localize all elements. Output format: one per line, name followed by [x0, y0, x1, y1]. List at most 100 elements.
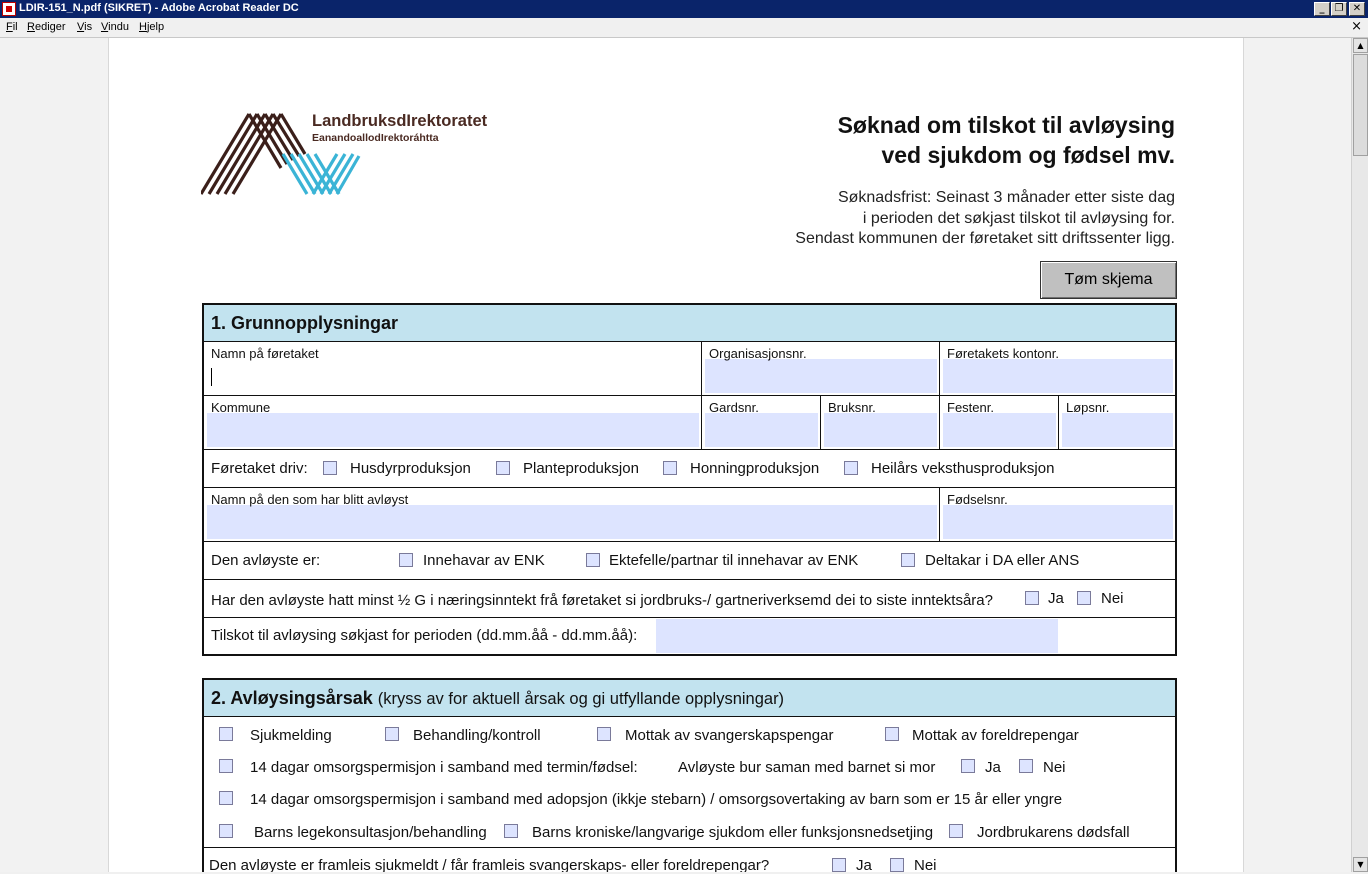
scroll-thumb[interactable]	[1353, 54, 1368, 156]
gardsnr-input[interactable]	[705, 413, 818, 447]
continued-yes-label: Ja	[856, 857, 872, 872]
enk-owner-checkbox[interactable]	[399, 553, 413, 567]
section2-title: 2. Avløysingsårsak	[211, 688, 373, 708]
treatment-checkbox[interactable]	[385, 727, 399, 741]
income-no-checkbox[interactable]	[1077, 591, 1091, 605]
close-document-icon[interactable]: ×	[1351, 19, 1362, 34]
honning-checkbox[interactable]	[663, 461, 677, 475]
continued-question: Den avløyste er framleis sjukmeldt / får…	[209, 857, 770, 872]
continued-no-label: Nei	[914, 857, 937, 872]
menu-bar: Fil Rediger Vis Vindu Hjelp ×	[0, 18, 1368, 38]
section1-heading: 1. Grunnopplysningar	[204, 305, 1175, 342]
municipality-input[interactable]	[207, 413, 699, 447]
gardsnr-cell: Gardsnr.	[702, 396, 821, 449]
continued-yes-checkbox[interactable]	[832, 858, 846, 872]
child-chronic-label: Barns kroniske/langvarige sjukdom eller …	[532, 824, 934, 841]
section-grunnopplysningar: 1. Grunnopplysningar Namn på føretaket O…	[202, 303, 1177, 656]
drives-row: Føretaket driv: Husdyrproduksjon Plantep…	[204, 450, 1175, 488]
account-cell: Føretakets kontonr.	[940, 342, 1175, 395]
form-title-line2: ved sjukdom og fødsel mv.	[881, 142, 1175, 168]
section2-divider	[204, 847, 1175, 848]
municipality-label: Kommune	[211, 400, 271, 415]
parental-pay-checkbox[interactable]	[885, 727, 899, 741]
text-cursor	[211, 368, 212, 386]
sick-leave-label: Sjukmelding	[250, 727, 332, 744]
lives-with-mother-question: Avløyste bur saman med barnet si mor	[678, 759, 936, 776]
bruksnr-input[interactable]	[824, 413, 937, 447]
birth-leave-label: 14 dagar omsorgspermisjon i samband med …	[250, 759, 638, 776]
sick-leave-checkbox[interactable]	[219, 727, 233, 741]
birth-leave-checkbox[interactable]	[219, 759, 233, 773]
lives-with-mother-yes-checkbox[interactable]	[961, 759, 975, 773]
logo-name: LandbruksdIrektoratet	[312, 112, 488, 130]
company-name-input[interactable]	[207, 363, 699, 393]
window-titlebar: LDIR-151_N.pdf (SIKRET) - Adobe Acrobat …	[0, 0, 1368, 18]
section2-heading: 2. Avløysingsårsak (kryss av for aktuell…	[204, 680, 1175, 717]
reset-form-button[interactable]: Tøm skjema	[1040, 261, 1177, 299]
property-row: Kommune Gardsnr. Bruksnr. Festenr. Løpsn…	[204, 396, 1175, 450]
spouse-label: Ektefelle/partnar til innehavar av ENK	[609, 552, 859, 569]
child-consultation-checkbox[interactable]	[219, 824, 233, 838]
scroll-down-icon[interactable]: ▼	[1353, 857, 1368, 872]
income-yes-checkbox[interactable]	[1025, 591, 1039, 605]
minimize-button[interactable]: _	[1314, 2, 1330, 16]
spouse-checkbox[interactable]	[586, 553, 600, 567]
section1-title: 1. Grunnopplysningar	[211, 313, 399, 333]
deadline-text: Søknadsfrist: Seinast 3 månader etter si…	[795, 188, 1175, 250]
income-no-label: Nei	[1101, 590, 1124, 607]
period-input[interactable]	[656, 619, 1058, 653]
lives-with-mother-yes-label: Ja	[985, 759, 1001, 776]
lopsnr-label: Løpsnr.	[1066, 400, 1110, 415]
form-title-line1: Søknad om tilskot til avløysing	[837, 112, 1175, 138]
drives-label: Føretaket driv:	[211, 460, 308, 477]
child-chronic-checkbox[interactable]	[504, 824, 518, 838]
continued-no-checkbox[interactable]	[890, 858, 904, 872]
adoption-leave-checkbox[interactable]	[219, 791, 233, 805]
restore-button[interactable]: ❐	[1331, 2, 1347, 16]
income-question: Har den avløyste hatt minst ½ G i næring…	[211, 592, 993, 609]
da-ans-label: Deltakar i DA eller ANS	[925, 552, 1080, 569]
municipality-cell: Kommune	[204, 396, 702, 449]
menu-vindu[interactable]: Vindu	[101, 21, 129, 33]
husdyr-checkbox[interactable]	[323, 461, 337, 475]
logo-subtitle: EanandoallodIrektoráhtta	[312, 132, 439, 144]
lives-with-mother-no-label: Nei	[1043, 759, 1066, 776]
bruksnr-cell: Bruksnr.	[821, 396, 940, 449]
plante-checkbox[interactable]	[496, 461, 510, 475]
honning-label: Honningproduksjon	[690, 460, 820, 477]
relieved-name-cell: Namn på den som har blitt avløyst	[204, 488, 940, 541]
farmer-death-label: Jordbrukarens dødsfall	[977, 824, 1130, 841]
menu-rediger[interactable]: Rediger	[27, 21, 66, 33]
period-row: Tilskot til avløysing søkjast for period…	[204, 618, 1175, 654]
lopsnr-input[interactable]	[1062, 413, 1173, 447]
festenr-label: Festenr.	[947, 400, 994, 415]
child-consultation-label: Barns legekonsultasjon/behandling	[254, 824, 487, 841]
window-title: LDIR-151_N.pdf (SIKRET) - Adobe Acrobat …	[19, 2, 299, 14]
scroll-up-icon[interactable]: ▲	[1353, 38, 1368, 53]
festenr-input[interactable]	[943, 413, 1056, 447]
close-window-button[interactable]: ✕	[1349, 2, 1365, 16]
parental-pay-label: Mottak av foreldrepengar	[912, 727, 1079, 744]
menu-hjelp[interactable]: Hjelp	[139, 21, 164, 33]
veksthus-label: Heilårs veksthusproduksjon	[871, 460, 1055, 477]
deadline-line1: Søknadsfrist: Seinast 3 månader etter si…	[837, 189, 1175, 206]
gardsnr-label: Gardsnr.	[709, 400, 759, 415]
org-number-input[interactable]	[705, 359, 937, 393]
relieved-name-input[interactable]	[207, 505, 937, 539]
org-number-cell: Organisasjonsnr.	[702, 342, 940, 395]
pregnancy-pay-checkbox[interactable]	[597, 727, 611, 741]
da-ans-checkbox[interactable]	[901, 553, 915, 567]
enk-owner-label: Innehavar av ENK	[423, 552, 545, 569]
menu-fil[interactable]: Fil	[6, 21, 18, 33]
lives-with-mother-no-checkbox[interactable]	[1019, 759, 1033, 773]
farmer-death-checkbox[interactable]	[949, 824, 963, 838]
vertical-scrollbar[interactable]: ▲ ▼	[1351, 38, 1368, 872]
birth-number-input[interactable]	[943, 505, 1173, 539]
account-number-input[interactable]	[943, 359, 1173, 393]
document-viewport: LandbruksdIrektoratet EanandoallodIrekto…	[0, 38, 1351, 872]
section2-subtitle: (kryss av for aktuell årsak og gi utfyll…	[377, 690, 785, 708]
veksthus-checkbox[interactable]	[844, 461, 858, 475]
period-label: Tilskot til avløysing søkjast for period…	[211, 627, 638, 644]
menu-vis[interactable]: Vis	[77, 21, 92, 33]
festenr-cell: Festenr.	[940, 396, 1059, 449]
